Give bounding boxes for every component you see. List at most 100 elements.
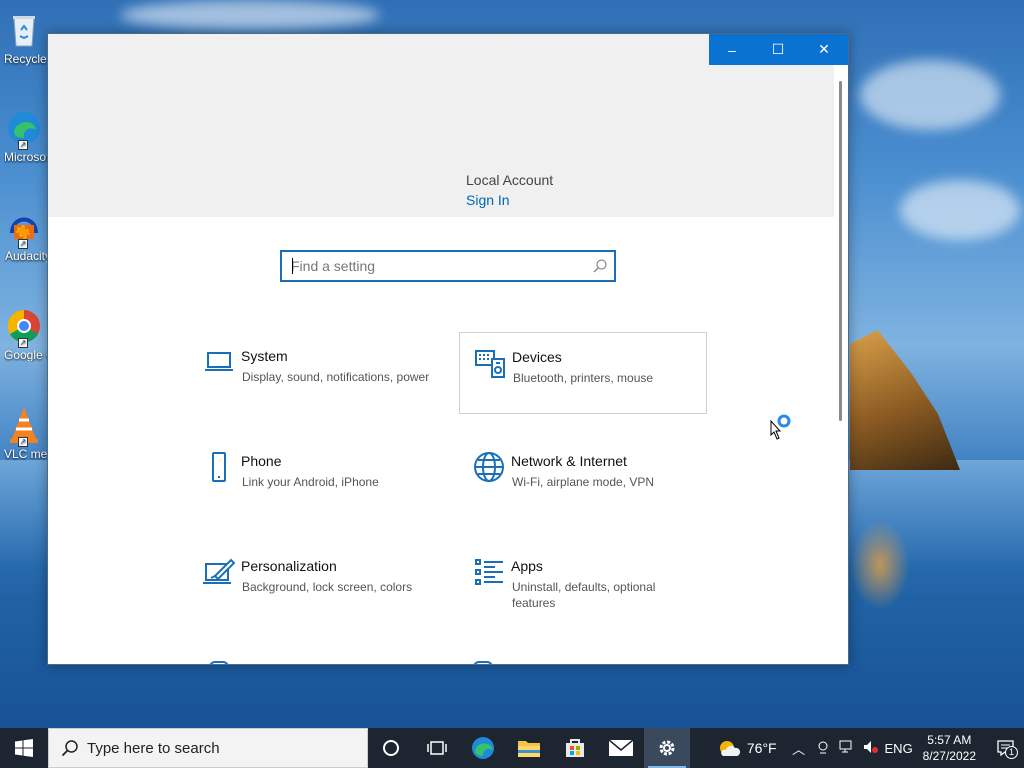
weather-widget[interactable]: 76°F	[717, 738, 777, 758]
start-button[interactable]	[0, 728, 48, 768]
weather-partly-sunny-icon	[719, 741, 740, 756]
weather-temperature: 76°F	[746, 740, 777, 756]
clock[interactable]: 5:57 AM 8/27/2022	[923, 732, 976, 764]
category-title: Apps	[511, 558, 543, 574]
desktop-icon-google-chrome[interactable]: ↗ Google Chrome	[0, 306, 52, 362]
close-button[interactable]: ✕	[801, 34, 847, 65]
account-name: Local Account	[466, 172, 554, 188]
webcam-icon[interactable]	[811, 740, 835, 757]
taskbar-settings[interactable]	[644, 728, 690, 768]
text-caret	[292, 258, 293, 274]
search-input[interactable]	[282, 252, 572, 280]
action-center-button[interactable]: 1	[988, 728, 1024, 768]
cortana-icon	[383, 740, 399, 756]
desktop-icon-vlc[interactable]: ↗ VLC media player	[0, 405, 52, 461]
category-phone[interactable]: Phone Link your Android, iPhone	[189, 437, 437, 519]
recycle-bin-icon	[4, 10, 44, 50]
category-title: Phone	[241, 453, 282, 469]
taskbar-file-explorer[interactable]	[506, 728, 552, 768]
minimize-button[interactable]: –	[709, 34, 755, 65]
windows-logo-icon	[15, 739, 33, 757]
search-icon	[61, 740, 78, 757]
clock-date: 8/27/2022	[922, 749, 976, 763]
category-description: Uninstall, defaults, optional features	[512, 580, 656, 610]
store-bag-icon	[566, 739, 584, 757]
category-description: Link your Android, iPhone	[242, 475, 379, 489]
taskbar-mail[interactable]	[598, 728, 644, 768]
category-title: Personalization	[241, 558, 337, 574]
personalization-icon	[203, 558, 235, 584]
scrollbar[interactable]	[834, 65, 848, 664]
desktop-icon-audacity[interactable]: ↗ Audacity	[0, 207, 51, 263]
taskbar-search-placeholder: Type here to search	[87, 739, 220, 757]
clock-time: 5:57 AM	[927, 733, 972, 747]
partial-category-icon	[209, 661, 229, 664]
category-title: System	[241, 348, 288, 364]
volume-muted-icon[interactable]	[859, 740, 883, 757]
partial-category-icon	[473, 661, 493, 664]
category-description: Bluetooth, printers, mouse	[513, 371, 654, 385]
language-indicator[interactable]: ENG	[883, 741, 915, 756]
taskbar-microsoft-store[interactable]	[552, 728, 598, 768]
maximize-button[interactable]: ☐	[755, 34, 801, 65]
edge-icon: ↗	[4, 108, 44, 150]
category-personalization[interactable]: Personalization Background, lock screen,…	[189, 542, 437, 624]
wallpaper-rock	[850, 330, 960, 470]
apps-list-icon	[475, 559, 503, 585]
category-devices[interactable]: Devices Bluetooth, printers, mouse	[459, 332, 707, 414]
audacity-icon: ↗	[4, 207, 44, 249]
taskbar-task-view[interactable]	[414, 728, 460, 768]
wallpaper-reflection	[850, 520, 910, 610]
taskbar-search-box[interactable]: Type here to search	[48, 728, 368, 768]
shortcut-arrow-icon: ↗	[18, 338, 28, 348]
category-title: Devices	[512, 349, 562, 365]
chrome-icon: ↗	[4, 306, 44, 348]
keyboard-devices-icon	[475, 350, 505, 378]
chevron-up-icon[interactable]: ︿	[787, 739, 811, 758]
category-apps[interactable]: Apps Uninstall, defaults, optional featu…	[459, 542, 707, 624]
title-bar[interactable]: – ☐ ✕	[48, 34, 848, 65]
notification-badge: 1	[1005, 746, 1018, 759]
mail-icon	[608, 739, 634, 756]
wallpaper-cloud	[900, 180, 1020, 240]
shortcut-arrow-icon: ↗	[18, 437, 28, 447]
category-network-internet[interactable]: Network & Internet Wi-Fi, airplane mode,…	[459, 437, 707, 519]
desktop-icon-label: Audacity	[4, 249, 52, 263]
search-icon[interactable]	[592, 258, 608, 274]
settings-window: – ☐ ✕ Local Account Sign In System Displ…	[47, 33, 849, 665]
vlc-cone-icon: ↗	[4, 405, 44, 447]
system-tray: 76°F ︿ ENG 5:57 AM 8/27/2022 1	[717, 728, 1024, 768]
gear-icon	[659, 740, 675, 756]
desktop-icon-label: Google Chrome	[4, 348, 52, 362]
task-view-icon	[427, 741, 447, 755]
folder-icon	[518, 741, 540, 757]
desktop-icon-recycle-bin[interactable]: Recycle Bin	[0, 10, 52, 66]
taskbar: Type here to search 76°F ︿ ENG 5:57 AM 8…	[0, 728, 1024, 768]
find-setting-search[interactable]	[280, 250, 616, 282]
laptop-icon	[205, 352, 233, 371]
loading-spinner-icon	[777, 414, 791, 428]
edge-icon	[472, 737, 494, 759]
taskbar-cortana[interactable]	[368, 728, 414, 768]
desktop-icon-label: Recycle Bin	[4, 52, 52, 66]
phone-icon	[212, 452, 226, 482]
sign-in-link[interactable]: Sign In	[466, 192, 510, 208]
desktop-icon-microsoft-edge[interactable]: ↗ Microsoft Edge	[0, 108, 52, 164]
category-description: Wi-Fi, airplane mode, VPN	[512, 475, 655, 489]
shortcut-arrow-icon: ↗	[18, 140, 28, 150]
taskbar-edge[interactable]	[460, 728, 506, 768]
category-title: Network & Internet	[511, 453, 627, 469]
wallpaper-cloud	[120, 0, 380, 30]
account-header: Local Account Sign In	[48, 65, 834, 217]
desktop-icon-label: VLC media player	[4, 447, 52, 461]
desktop-icon-label: Microsoft Edge	[4, 150, 52, 164]
category-description: Background, lock screen, colors	[242, 580, 413, 594]
shortcut-arrow-icon: ↗	[18, 239, 28, 249]
wallpaper-cloud	[860, 60, 1000, 130]
category-description: Display, sound, notifications, power	[242, 370, 430, 384]
globe-icon	[474, 452, 504, 482]
category-system[interactable]: System Display, sound, notifications, po…	[189, 332, 437, 414]
scrollbar-thumb[interactable]	[839, 81, 842, 421]
window-controls: – ☐ ✕	[709, 34, 848, 65]
network-icon[interactable]	[835, 740, 859, 757]
